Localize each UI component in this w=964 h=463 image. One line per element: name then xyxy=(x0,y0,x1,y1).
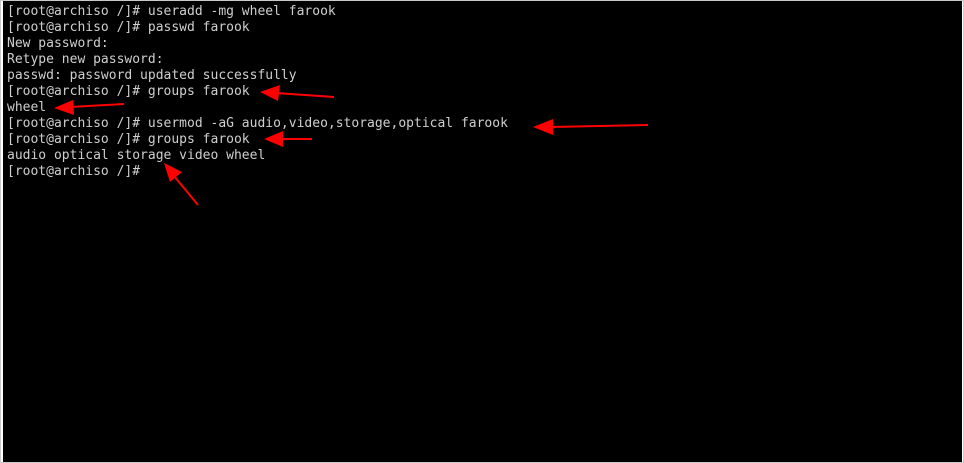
terminal-line-retype-password: Retype new password: xyxy=(7,52,164,67)
window-right-edge xyxy=(962,1,963,462)
window-left-edge xyxy=(1,1,3,462)
terminal-line-groups-output-1: wheel xyxy=(7,100,47,115)
terminal-line-passwd-success: passwd: password updated successfully xyxy=(7,68,297,83)
terminal-output[interactable]: [root@archiso /]# useradd -mg wheel faro… xyxy=(7,4,957,459)
terminal-line-useradd: [root@archiso /]# useradd -mg wheel faro… xyxy=(7,4,336,19)
terminal-line-passwd: [root@archiso /]# passwd farook xyxy=(7,20,250,35)
terminal-prompt[interactable]: [root@archiso /]# xyxy=(7,164,957,180)
terminal-line-groups-2: [root@archiso /]# groups farook xyxy=(7,132,250,147)
terminal-window[interactable]: [root@archiso /]# useradd -mg wheel faro… xyxy=(0,0,964,463)
terminal-line-groups-output-2: audio optical storage video wheel xyxy=(7,148,266,163)
terminal-line-usermod: [root@archiso /]# usermod -aG audio,vide… xyxy=(7,116,508,131)
terminal-line-new-password: New password: xyxy=(7,36,109,51)
terminal-line-groups-1: [root@archiso /]# groups farook xyxy=(7,84,250,99)
